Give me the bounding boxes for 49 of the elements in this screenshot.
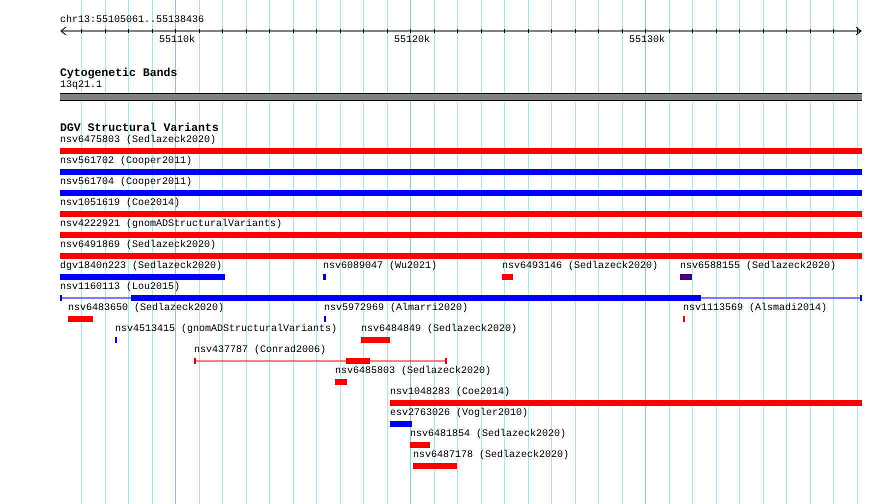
- feature-label: nsv6481854 (Sedlazeck2020): [410, 429, 566, 441]
- feature-label: nsv6588155 (Sedlazeck2020): [680, 261, 836, 273]
- feature-label: dgv1840n223 (Sedlazeck2020): [60, 261, 222, 273]
- feature-bar[interactable]: [60, 253, 862, 259]
- tick-label: 55110k: [159, 35, 195, 47]
- gapped-feature-bar[interactable]: [60, 295, 862, 301]
- feature-label: nsv6089047 (Wu2021): [323, 261, 438, 273]
- feature-label: nsv1113569 (Alsmadi2014): [683, 303, 828, 315]
- feature-bar[interactable]: [335, 379, 347, 385]
- feature-label: nsv6491869 (Sedlazeck2020): [60, 240, 216, 252]
- feature-bar[interactable]: [680, 274, 692, 280]
- feature-bar[interactable]: [60, 148, 862, 154]
- feature-label: nsv6484849 (Sedlazeck2020): [361, 324, 518, 336]
- feature-bar[interactable]: [323, 274, 326, 280]
- feature-label: nsv6483650 (Sedlazeck2020): [68, 303, 224, 315]
- feature-label: esv2763026 (Vogler2010): [390, 408, 528, 420]
- feature-label: nsv5972969 (Almarri2020): [324, 303, 468, 315]
- tick-label: 55120k: [394, 35, 430, 47]
- feature-bar[interactable]: [68, 316, 93, 322]
- feature-bar[interactable]: [410, 442, 430, 448]
- tick-label: 55130k: [629, 35, 665, 47]
- feature-bar[interactable]: [60, 274, 225, 280]
- band-label: 13q21.1: [60, 80, 104, 92]
- track-title: DGV Structural Variants: [60, 123, 220, 135]
- feature-label: nsv4513415 (gnomADStructuralVariants): [115, 324, 338, 336]
- feature-bar[interactable]: [60, 190, 862, 196]
- feature-label: nsv1051619 (Coe2014): [60, 198, 180, 210]
- feature-bar[interactable]: [60, 232, 862, 238]
- cytoband-bar[interactable]: [60, 93, 862, 101]
- feature-bar[interactable]: [361, 337, 390, 343]
- feature-label: nsv561702 (Cooper2011): [60, 156, 192, 168]
- gapped-feature-bar[interactable]: [194, 358, 447, 364]
- feature-label: nsv6493146 (Sedlazeck2020): [502, 261, 658, 273]
- feature-bar[interactable]: [390, 400, 862, 406]
- feature-label: nsv4222921 (gnomADStructuralVariants): [60, 219, 282, 231]
- feature-bar[interactable]: [413, 463, 457, 469]
- feature-label: nsv6485803 (Sedlazeck2020): [335, 366, 492, 378]
- feature-label: nsv1160113 (Lou2015): [60, 282, 180, 294]
- feature-bar[interactable]: [502, 274, 513, 280]
- feature-bar[interactable]: [60, 211, 862, 217]
- feature-label: nsv1048283 (Coe2014): [390, 387, 510, 399]
- feature-label: nsv6475803 (Sedlazeck2020): [60, 135, 216, 147]
- feature-bar[interactable]: [390, 421, 412, 427]
- feature-label: nsv561704 (Cooper2011): [60, 177, 192, 189]
- feature-label: nsv437787 (Conrad2006): [194, 345, 326, 357]
- track-title: Cytogenetic Bands: [60, 68, 178, 80]
- feature-bar[interactable]: [60, 169, 862, 175]
- location-label: chr13:55105061..55138436: [60, 15, 206, 27]
- feature-label: nsv6487178 (Sedlazeck2020): [413, 450, 570, 462]
